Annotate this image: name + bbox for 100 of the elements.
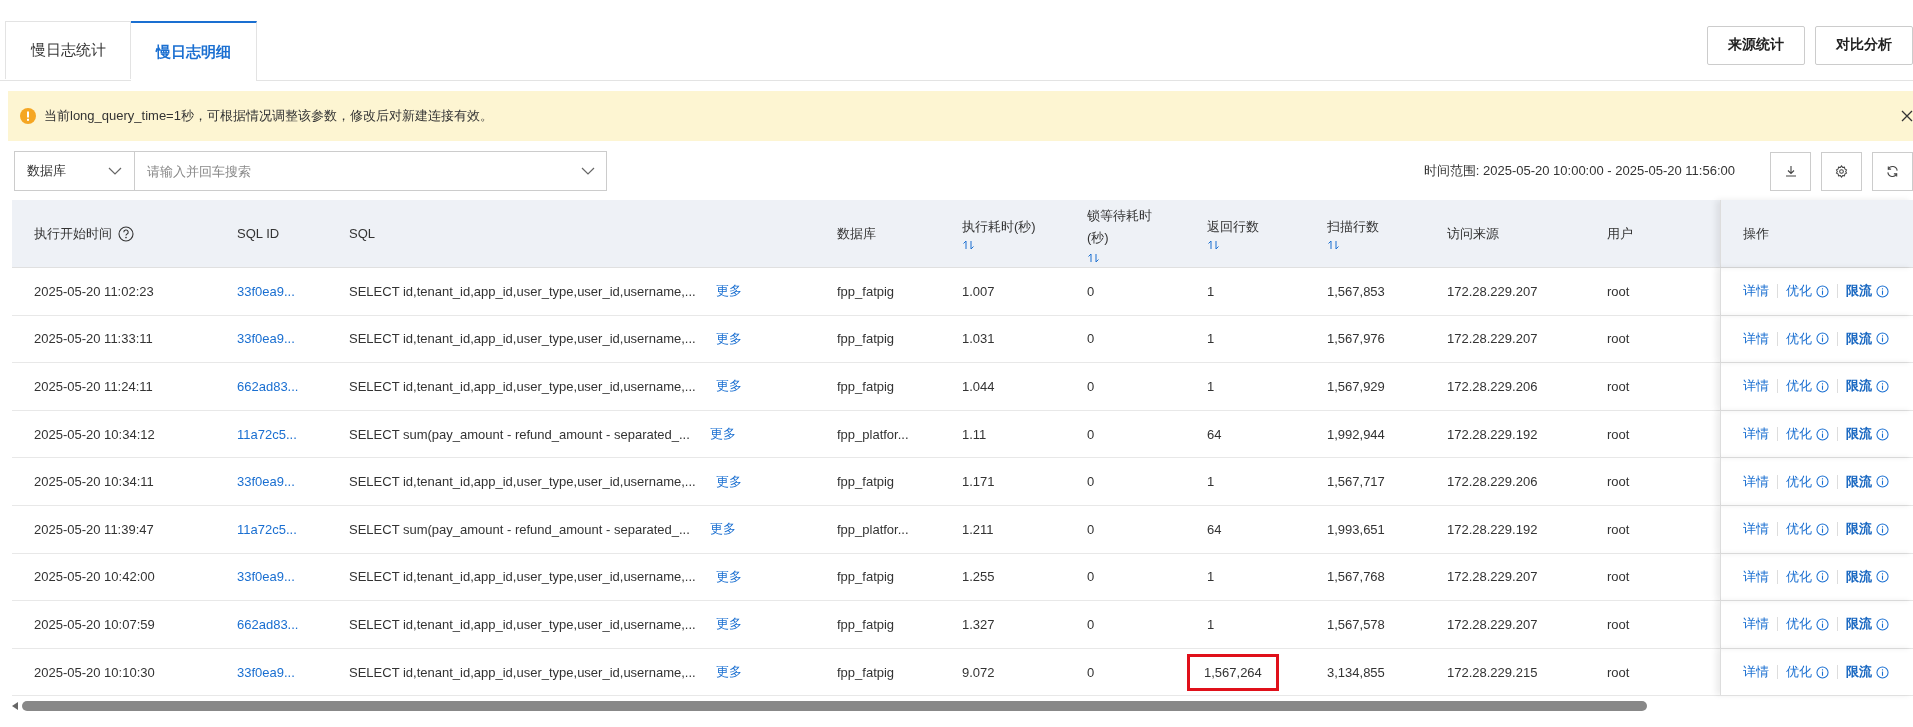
table-cell: 1,567,976: [1327, 331, 1385, 347]
settings-button[interactable]: [1821, 151, 1862, 191]
table-cell: 2025-05-20 10:34:12: [34, 426, 155, 442]
action-link[interactable]: 限流: [1846, 567, 1889, 586]
action-link[interactable]: 限流: [1846, 615, 1889, 634]
sort-icon[interactable]: [962, 239, 976, 250]
sort-icon[interactable]: [1207, 239, 1221, 250]
table-cell: 1: [1207, 283, 1215, 299]
table-cell: fpp_fatpig: [837, 474, 895, 490]
action-link[interactable]: 详情: [1743, 329, 1769, 348]
table-cell: 1: [1207, 569, 1215, 585]
table-cell: 2025-05-20 10:34:11: [34, 474, 154, 490]
table-cell: root: [1607, 616, 1630, 632]
more-link[interactable]: 更多: [715, 567, 742, 586]
sql-id-link[interactable]: 33f0ea9...: [237, 569, 295, 585]
toolbar-button[interactable]: 对比分析: [1815, 25, 1913, 65]
table-cell: fpp_fatpig: [837, 283, 895, 299]
action-link[interactable]: 限流: [1846, 663, 1889, 682]
table-cell: 1,567,578: [1327, 616, 1385, 632]
action-link[interactable]: 优化: [1786, 472, 1829, 491]
more-link[interactable]: 更多: [715, 472, 742, 491]
table-cell: 2025-05-20 10:07:59: [34, 616, 155, 632]
notice-text: 当前long_query_time=1秒，可根据情况调整该参数，修改后对新建连接有效。: [44, 107, 493, 125]
action-link[interactable]: 详情: [1743, 615, 1769, 634]
sort-icon[interactable]: [1087, 252, 1101, 263]
sql-id-link[interactable]: 33f0ea9...: [237, 474, 295, 490]
table-cell: root: [1607, 426, 1630, 442]
table-cell: 2025-05-20 10:10:30: [34, 664, 155, 680]
tab[interactable]: 慢日志统计: [5, 21, 131, 79]
chevron-down-icon: [108, 167, 122, 175]
table-cell: 1: [1207, 379, 1215, 394]
table-cell: 0: [1087, 521, 1095, 537]
action-link[interactable]: 优化: [1786, 377, 1829, 396]
more-link[interactable]: 更多: [715, 377, 742, 396]
more-link[interactable]: 更多: [715, 282, 742, 301]
more-link[interactable]: 更多: [715, 663, 742, 682]
scrollbar-thumb[interactable]: [22, 701, 1647, 712]
close-icon[interactable]: [1901, 110, 1913, 122]
sql-id-link[interactable]: 11a72c5...: [237, 426, 297, 442]
table-cell: 172.28.229.207: [1447, 569, 1538, 585]
table-cell: 172.28.229.206: [1447, 379, 1538, 394]
action-link[interactable]: 优化: [1786, 282, 1829, 301]
scroll-left-icon[interactable]: [12, 702, 18, 711]
table-cell: 1,567,929: [1327, 379, 1385, 394]
table-cell: fpp_fatpig: [837, 569, 895, 585]
action-link[interactable]: 详情: [1743, 377, 1769, 396]
table-cell: SELECT id,tenant_id,app_id,user_type,user_id,username,...: [349, 474, 696, 490]
action-link[interactable]: 优化: [1786, 615, 1829, 634]
more-link[interactable]: 更多: [715, 615, 742, 634]
column-header: 锁等待耗时(秒): [1087, 206, 1153, 247]
refresh-button[interactable]: [1872, 151, 1913, 191]
column-header: SQL ID: [237, 226, 280, 241]
sql-id-link[interactable]: 33f0ea9...: [237, 664, 295, 680]
action-link[interactable]: 详情: [1743, 472, 1769, 491]
table-cell: 0: [1087, 331, 1095, 347]
sql-id-link[interactable]: 662ad83...: [237, 616, 299, 632]
column-header: 执行耗时(秒): [962, 217, 1037, 236]
tab[interactable]: 慢日志明细: [131, 21, 257, 81]
table-cell: root: [1607, 664, 1630, 680]
more-link[interactable]: 更多: [709, 520, 736, 539]
sql-id-link[interactable]: 662ad83...: [237, 379, 299, 394]
table-cell: 64: [1207, 521, 1222, 537]
table-cell: fpp_platfor...: [837, 521, 909, 537]
column-header: 访问来源: [1447, 224, 1499, 243]
sort-icon[interactable]: [1327, 239, 1341, 250]
action-link[interactable]: 优化: [1786, 567, 1829, 586]
table-cell: 0: [1087, 379, 1095, 394]
action-link[interactable]: 详情: [1743, 520, 1769, 539]
sql-id-link[interactable]: 33f0ea9...: [237, 283, 295, 299]
search-field[interactable]: 请输入并回车搜索: [135, 151, 607, 191]
info-icon: [1816, 475, 1829, 489]
action-link[interactable]: 优化: [1786, 520, 1829, 539]
table-cell: 1: [1207, 331, 1215, 347]
action-link[interactable]: 详情: [1743, 567, 1769, 586]
action-link[interactable]: 详情: [1743, 425, 1769, 444]
field-select[interactable]: 数据库: [14, 151, 135, 191]
column-header: SQL: [349, 226, 375, 241]
action-link[interactable]: 优化: [1786, 329, 1829, 348]
more-link[interactable]: 更多: [715, 329, 742, 348]
help-icon[interactable]: [118, 225, 134, 242]
action-link[interactable]: 限流: [1846, 377, 1889, 396]
info-icon: [1816, 665, 1829, 679]
sql-id-link[interactable]: 11a72c5...: [237, 521, 297, 537]
column-header: 扫描行数: [1327, 217, 1380, 236]
action-link[interactable]: 详情: [1743, 282, 1769, 301]
table-cell: SELECT sum(pay_amount - refund_amount - separated_...: [349, 426, 690, 442]
action-link[interactable]: 限流: [1846, 425, 1889, 444]
action-link[interactable]: 限流: [1846, 472, 1889, 491]
action-link[interactable]: 优化: [1786, 663, 1829, 682]
action-link[interactable]: 详情: [1743, 663, 1769, 682]
table-cell: 2025-05-20 11:02:23: [34, 283, 154, 299]
action-link[interactable]: 优化: [1786, 425, 1829, 444]
action-link[interactable]: 限流: [1846, 329, 1889, 348]
action-link[interactable]: 限流: [1846, 282, 1889, 301]
toolbar-button[interactable]: 来源统计: [1707, 25, 1805, 65]
table-cell: 1: [1207, 474, 1215, 490]
download-button[interactable]: [1770, 151, 1811, 191]
more-link[interactable]: 更多: [709, 425, 736, 444]
action-link[interactable]: 限流: [1846, 520, 1889, 539]
sql-id-link[interactable]: 33f0ea9...: [237, 331, 295, 347]
